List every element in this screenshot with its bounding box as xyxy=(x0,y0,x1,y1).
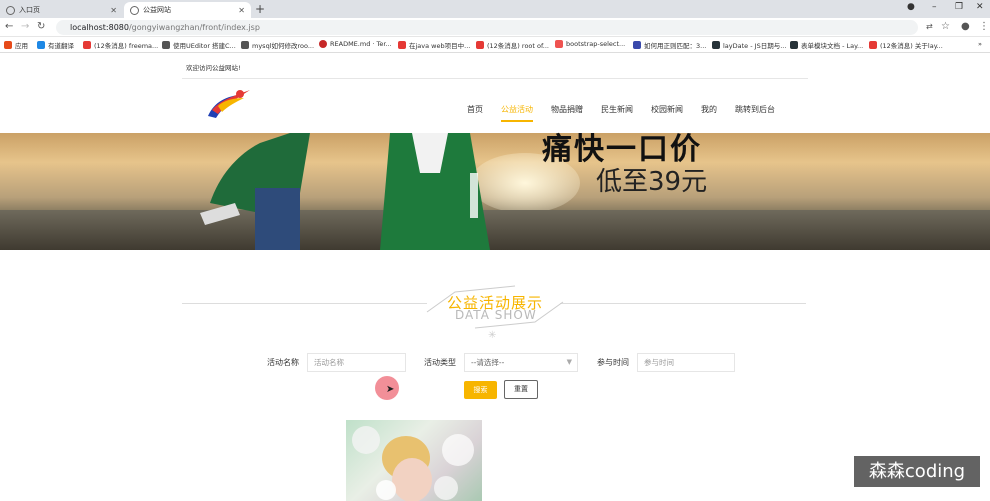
profile-record-icon[interactable]: ● xyxy=(907,2,915,12)
nav-go-to-admin[interactable]: 跳转到后台 xyxy=(735,104,775,122)
close-tab-icon[interactable]: ✕ xyxy=(238,6,245,15)
apps-grid-icon xyxy=(4,41,12,49)
nav-mine[interactable]: 我的 xyxy=(701,104,717,122)
browser-tab-bar: 入口页 ✕ 公益网站 ✕ + ● – ❐ ✕ xyxy=(0,0,990,18)
activity-name-label: 活动名称 xyxy=(267,358,299,367)
restore-button[interactable]: ❐ xyxy=(955,2,963,12)
section-divider-left xyxy=(182,303,427,304)
favicon-icon xyxy=(869,41,877,49)
bookmark-item[interactable]: 在java web项目中... xyxy=(398,40,470,50)
favicon-icon xyxy=(319,40,327,48)
bookmark-apps[interactable]: 应用 xyxy=(4,40,28,50)
participation-time-input[interactable]: 参与时间 xyxy=(637,353,735,372)
nav-donations[interactable]: 物品捐赠 xyxy=(551,104,583,122)
watermark-overlay: 森森coding xyxy=(854,456,980,487)
site-logo[interactable] xyxy=(204,86,252,122)
address-toolbar: ← → ↻ localhost:8080/gongyiwangzhan/fron… xyxy=(0,18,990,37)
favicon-icon xyxy=(241,41,249,49)
translate-icon[interactable]: ⇄ xyxy=(926,21,933,33)
url-field[interactable]: localhost:8080/gongyiwangzhan/front/inde… xyxy=(56,20,918,35)
section-subtitle: DATA SHOW xyxy=(455,308,537,322)
reload-icon[interactable]: ↻ xyxy=(37,21,45,33)
bookmark-label: 使用UEditor 搭建C... xyxy=(173,42,236,50)
activity-name-input[interactable]: 活动名称 xyxy=(307,353,406,372)
favicon-icon xyxy=(476,41,484,49)
minimize-button[interactable]: – xyxy=(932,2,937,12)
profile-icon[interactable]: ● xyxy=(961,21,970,33)
bookmarks-overflow-button[interactable]: » xyxy=(978,40,982,48)
activity-card-image[interactable] xyxy=(346,420,482,501)
bookmark-label: bootstrap-select... xyxy=(566,40,626,48)
favicon-icon xyxy=(83,41,91,49)
mouse-cursor-icon: ➤ xyxy=(386,384,395,395)
close-window-button[interactable]: ✕ xyxy=(976,2,984,12)
activity-type-label: 活动类型 xyxy=(424,358,456,367)
bookmark-label: 如何用正则匹配：3... xyxy=(644,42,707,50)
welcome-text: 欢迎访问公益网站! xyxy=(186,64,241,72)
bookmark-item[interactable]: README.md · Ter... xyxy=(319,40,392,48)
bookmark-label: 应用 xyxy=(15,42,28,50)
forward-arrow-icon[interactable]: → xyxy=(21,21,29,33)
bookmark-label: 有道翻译 xyxy=(48,42,74,50)
sparkle-icon: ✳ xyxy=(488,330,497,341)
bookmark-item[interactable]: 有道翻译 xyxy=(37,40,74,50)
bookmark-item[interactable]: bootstrap-select... xyxy=(555,40,625,48)
favicon-icon xyxy=(633,41,641,49)
bookmark-item[interactable]: (12条消息) 关于lay... xyxy=(869,40,943,50)
favicon-icon xyxy=(790,41,798,49)
reset-button[interactable]: 重置 xyxy=(504,380,538,399)
tab-title: 入口页 xyxy=(19,6,40,14)
close-tab-icon[interactable]: ✕ xyxy=(110,6,117,15)
tab-public-welfare-site[interactable]: 公益网站 ✕ xyxy=(124,2,251,18)
nav-livelihood-news[interactable]: 民生新闻 xyxy=(601,104,633,122)
bookmark-item[interactable]: mysql如何修改roo... xyxy=(241,40,314,50)
menu-dots-icon[interactable]: ⋮ xyxy=(979,21,989,33)
url-path: /gongyiwangzhan/front/index.jsp xyxy=(128,23,260,32)
bookmark-label: (12条消息) root of... xyxy=(487,42,549,50)
section-divider-right xyxy=(560,303,806,304)
bookmark-label: 在java web项目中... xyxy=(409,42,471,50)
bookmark-label: mysql如何修改roo... xyxy=(252,42,315,50)
activity-type-select[interactable]: --请选择-- ▼ xyxy=(464,353,578,372)
bookmark-item[interactable]: layDate - JS日期与... xyxy=(712,40,786,50)
new-tab-button[interactable]: + xyxy=(255,2,265,16)
globe-icon xyxy=(6,5,15,15)
bookmarks-bar: 应用 有道翻译 (12条消息) freema... 使用UEditor 搭建C.… xyxy=(0,37,990,53)
bookmark-item[interactable]: 使用UEditor 搭建C... xyxy=(162,40,236,50)
chevron-down-icon: ▼ xyxy=(566,358,572,366)
activity-photo xyxy=(352,426,474,501)
activity-type-value: --请选择-- xyxy=(471,358,505,367)
bookmark-label: (12条消息) 关于lay... xyxy=(880,42,943,50)
bookmark-label: README.md · Ter... xyxy=(330,40,392,48)
bookmark-item[interactable]: (12条消息) freema... xyxy=(83,40,158,50)
favicon-icon xyxy=(37,41,45,49)
favicon-icon xyxy=(162,41,170,49)
favicon-icon xyxy=(712,41,720,49)
bookmark-item[interactable]: (12条消息) root of... xyxy=(476,40,549,50)
bookmark-label: (12条消息) freema... xyxy=(94,42,159,50)
header-divider xyxy=(182,78,808,79)
globe-icon xyxy=(130,5,139,15)
favicon-icon xyxy=(398,41,406,49)
main-nav: 首页 公益活动 物品捐赠 民生新闻 校园新闻 我的 跳转到后台 xyxy=(467,104,793,122)
bookmark-item[interactable]: 表单模块文档 - Lay... xyxy=(790,40,863,50)
banner-model-image xyxy=(200,133,490,250)
bookmark-item[interactable]: 如何用正则匹配：3... xyxy=(633,40,706,50)
nav-home[interactable]: 首页 xyxy=(467,104,483,122)
nav-public-activities[interactable]: 公益活动 xyxy=(501,104,533,122)
bookmark-star-icon[interactable]: ☆ xyxy=(941,21,950,33)
favicon-icon xyxy=(555,40,563,48)
tab-title: 公益网站 xyxy=(143,6,171,14)
search-button[interactable]: 搜索 xyxy=(464,381,497,399)
nav-campus-news[interactable]: 校园新闻 xyxy=(651,104,683,122)
url-host: localhost:8080 xyxy=(70,23,129,32)
participation-time-label: 参与时间 xyxy=(597,358,629,367)
hero-banner[interactable] xyxy=(0,133,990,250)
banner-subline: 低至39元 xyxy=(596,167,708,197)
back-arrow-icon[interactable]: ← xyxy=(5,21,13,33)
bookmark-label: 表单模块文档 - Lay... xyxy=(801,42,864,50)
bookmark-label: layDate - JS日期与... xyxy=(723,42,787,50)
banner-headline: 痛快一口价 xyxy=(542,132,702,167)
tab-entry-page[interactable]: 入口页 ✕ xyxy=(0,2,123,18)
